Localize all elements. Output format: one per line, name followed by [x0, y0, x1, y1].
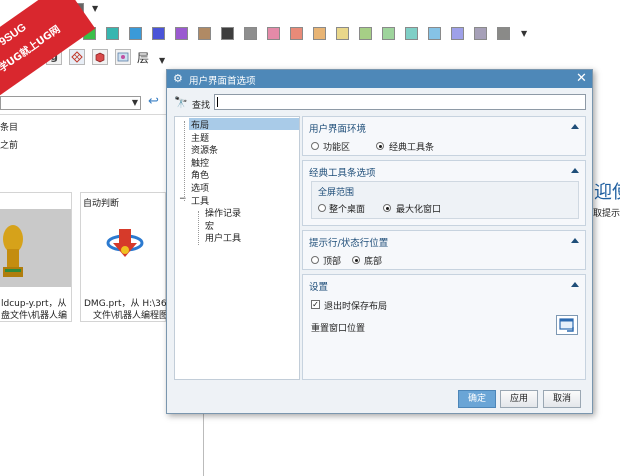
radio-bottom[interactable]	[352, 256, 360, 264]
tree-item[interactable]: 布局	[191, 118, 209, 131]
tree-item[interactable]: 触控	[191, 156, 209, 169]
save-layout-label: 退出时保存布局	[324, 302, 388, 312]
color-swatch[interactable]	[129, 27, 142, 40]
classic-toolbar-options-panel: 经典工具条选项 全屏范围 整个桌面 最大化窗口	[302, 160, 586, 226]
card1-file-path: 盘文件\机器人编	[1, 311, 68, 321]
tree-item[interactable]: 用户工具	[205, 231, 241, 244]
group-title: 全屏范围	[318, 188, 355, 198]
tree-collapse-icon[interactable]: −	[179, 194, 187, 204]
palette-dropdown-icon[interactable]: ▼	[92, 4, 98, 13]
close-icon[interactable]: ✕	[576, 71, 587, 86]
ok-button[interactable]: 确定	[458, 390, 496, 408]
search-input[interactable]	[214, 94, 586, 110]
ui-environment-title: 用户界面环境	[309, 124, 367, 135]
layer-icon[interactable]: 层	[137, 49, 149, 66]
tree-item[interactable]: 角色	[191, 168, 209, 181]
toolbar-view-icon[interactable]	[115, 49, 131, 65]
color-swatch[interactable]	[290, 27, 303, 40]
tree-item[interactable]: 选项	[191, 181, 209, 194]
classic-toolbar-label: 经典工具条	[389, 143, 435, 153]
ui-preferences-dialog: ⚙ 用户界面首选项 ✕ 🔭 查找 布局 主题 资源条 触控 角色 选项 − 工具 操作记录宏用户…	[166, 69, 593, 414]
color-swatch[interactable]	[267, 27, 280, 40]
reset-window-label: 重置窗口位置	[311, 324, 366, 334]
color-swatch[interactable]	[221, 27, 234, 40]
recent-file-card-2[interactable]: 自动判断 DMG.prt，从 H:\36( 文件\机器人编程图	[80, 192, 170, 322]
color-swatch[interactable]	[198, 27, 211, 40]
collapse-icon[interactable]	[571, 238, 579, 243]
trophy-thumbnail	[0, 209, 71, 287]
combo-dropdown-icon[interactable]: ▼	[132, 98, 138, 107]
back-arrow-icon[interactable]: ↩	[148, 94, 159, 109]
background-list-item-1[interactable]: 条目	[0, 120, 18, 133]
classic-toolbar-options-title: 经典工具条选项	[309, 168, 376, 179]
settings-panel: 设置 ✓ 退出时保存布局 重置窗口位置	[302, 274, 586, 380]
welcome-hint: 取提示	[593, 209, 620, 219]
dmg-file-icon	[105, 223, 145, 266]
recent-file-card-1[interactable]: ldcup-y.prt，从 盘文件\机器人编	[0, 192, 72, 322]
color-swatch[interactable]	[497, 27, 510, 40]
color-swatch[interactable]	[336, 27, 349, 40]
background-combo-box[interactable]: ▼	[0, 96, 141, 110]
color-swatch[interactable]	[428, 27, 441, 40]
color-swatch[interactable]	[152, 27, 165, 40]
tree-item[interactable]: 宏	[205, 219, 214, 232]
color-swatch[interactable]	[244, 27, 257, 40]
binoculars-icon: 🔭	[174, 96, 188, 109]
color-swatch[interactable]	[175, 27, 188, 40]
radio-ribbon[interactable]	[311, 142, 319, 150]
radio-whole-desktop[interactable]	[318, 204, 326, 212]
radio-top[interactable]	[311, 256, 319, 264]
prompt-line-position-title: 提示行/状态行位置	[309, 238, 389, 249]
layer-dropdown-icon[interactable]: ▼	[159, 56, 165, 65]
card2-title: 自动判断	[83, 199, 120, 209]
card2-file-path: 文件\机器人编程图	[93, 311, 169, 321]
radio-classic-toolbar[interactable]	[376, 142, 384, 150]
reset-window-button[interactable]	[556, 315, 578, 335]
collapse-icon[interactable]	[571, 168, 579, 173]
radio-maximized-window[interactable]	[383, 204, 391, 212]
ribbon-label: 功能区	[323, 143, 351, 153]
settings-title: 设置	[309, 282, 329, 293]
color-swatch[interactable]	[474, 27, 487, 40]
color-swatch[interactable]	[106, 27, 119, 40]
color-swatch[interactable]	[451, 27, 464, 40]
toolbar-cube-icon[interactable]	[92, 49, 108, 65]
tree-item[interactable]: 操作记录	[205, 206, 241, 219]
collapse-icon[interactable]	[571, 124, 579, 129]
text-cursor	[217, 97, 218, 107]
ui-environment-panel: 用户界面环境 功能区 经典工具条	[302, 116, 586, 156]
maximized-window-label: 最大化窗口	[396, 205, 442, 215]
dialog-titlebar[interactable]: ⚙ 用户界面首选项 ✕	[167, 70, 592, 88]
top-label: 顶部	[323, 257, 342, 267]
whole-desktop-label: 整个桌面	[329, 205, 366, 215]
apply-button[interactable]: 应用	[500, 390, 538, 408]
color-swatch[interactable]	[405, 27, 418, 40]
collapse-icon[interactable]	[571, 282, 579, 287]
bottom-label: 底部	[364, 257, 383, 267]
tree-item[interactable]: 资源条	[191, 143, 218, 156]
reset-window-icon	[559, 318, 574, 332]
prompt-line-position-panel: 提示行/状态行位置 顶部 底部	[302, 230, 586, 270]
save-layout-checkbox[interactable]: ✓	[311, 300, 320, 309]
tree-connector	[184, 121, 185, 201]
divider	[0, 114, 166, 115]
color-swatch[interactable]	[313, 27, 326, 40]
palette-more-icon[interactable]: ▼	[521, 29, 527, 38]
gear-icon: ⚙	[173, 72, 183, 85]
divider	[203, 414, 204, 476]
background-list-item-2[interactable]: 之前	[0, 138, 18, 151]
welcome-heading: 迎使	[594, 182, 620, 203]
toolbar-mesh-icon[interactable]	[69, 49, 85, 65]
cancel-button[interactable]: 取消	[543, 390, 581, 408]
tree-connector	[198, 211, 199, 245]
tree-item[interactable]: 主题	[191, 131, 209, 144]
full-screen-range-group: 全屏范围 整个桌面 最大化窗口	[311, 181, 579, 219]
dialog-title: 用户界面首选项	[189, 76, 256, 87]
color-swatch[interactable]	[359, 27, 372, 40]
search-label: 查找	[192, 101, 211, 111]
preferences-tree: 布局 主题 资源条 触控 角色 选项 − 工具 操作记录宏用户工具	[174, 116, 300, 380]
tree-item[interactable]: 工具	[191, 194, 209, 207]
color-swatch[interactable]	[382, 27, 395, 40]
